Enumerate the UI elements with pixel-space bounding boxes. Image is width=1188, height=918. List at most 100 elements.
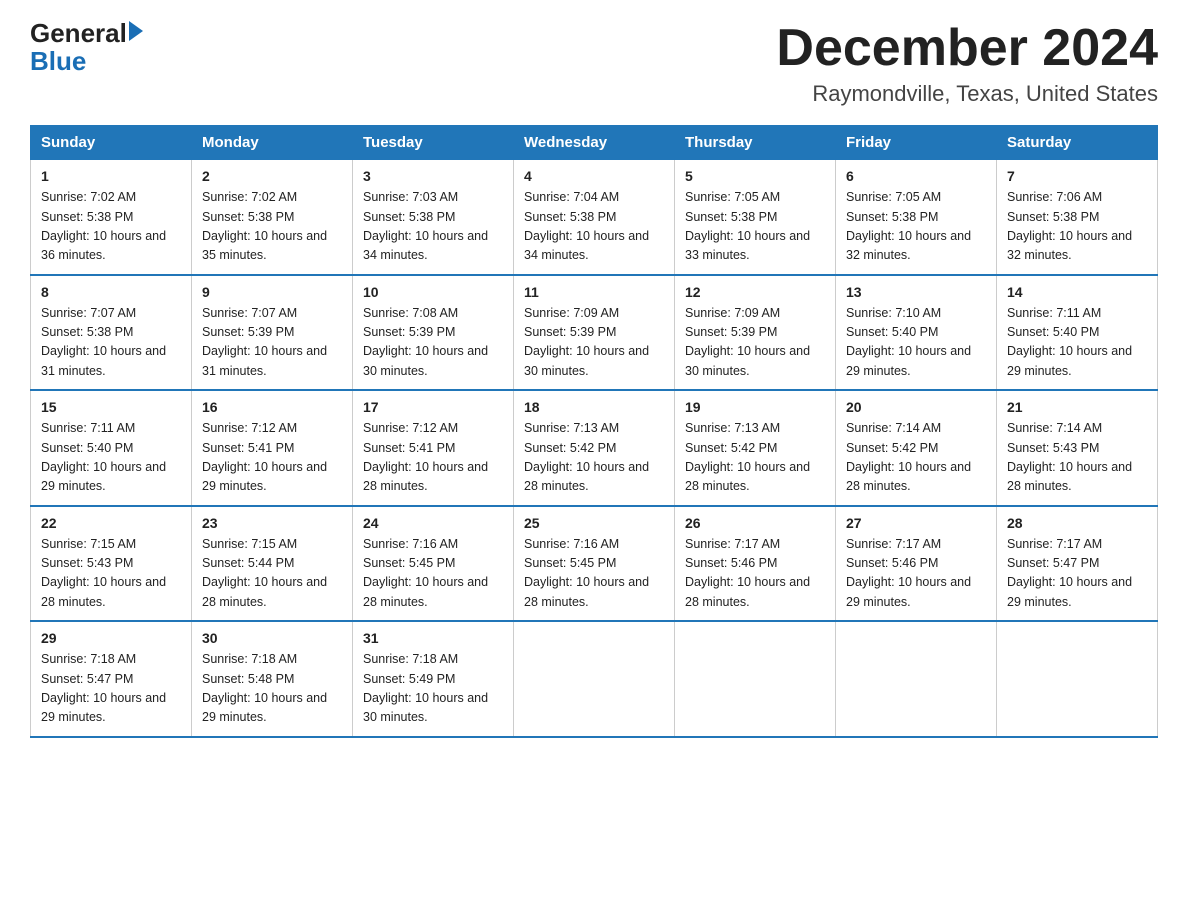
calendar-cell: 6Sunrise: 7:05 AMSunset: 5:38 PMDaylight… xyxy=(836,160,997,275)
calendar-cell: 22 Sunrise: 7:15 AMSunset: 5:43 PMDayligh… xyxy=(31,506,192,622)
day-info: Sunrise: 7:07 AMSunset: 5:38 PMDaylight:… xyxy=(41,304,181,382)
calendar-cell: 4 Sunrise: 7:04 AMSunset: 5:38 PMDaylight… xyxy=(514,160,675,275)
calendar-week-3: 15 Sunrise: 7:11 AMSunset: 5:40 PMDayligh… xyxy=(31,390,1158,506)
calendar-cell: 3 Sunrise: 7:03 AMSunset: 5:38 PMDaylight… xyxy=(353,160,514,275)
day-info: Sunrise: 7:17 AMSunset: 5:46 PMDaylight:… xyxy=(685,535,825,613)
day-info: Sunrise: 7:02 AMSunset: 5:38 PMDaylight:… xyxy=(202,188,342,266)
day-number: 6 xyxy=(846,168,986,184)
calendar-cell: 18Sunrise: 7:13 AMSunset: 5:42 PMDayligh… xyxy=(514,390,675,506)
day-info: Sunrise: 7:18 AMSunset: 5:49 PMDaylight:… xyxy=(363,650,503,728)
day-info: Sunrise: 7:03 AMSunset: 5:38 PMDaylight:… xyxy=(363,188,503,266)
day-number: 8 xyxy=(41,284,181,300)
weekday-header-wednesday: Wednesday xyxy=(514,126,675,160)
day-number: 31 xyxy=(363,630,503,646)
weekday-header-tuesday: Tuesday xyxy=(353,126,514,160)
calendar-body: 1 Sunrise: 7:02 AMSunset: 5:38 PMDaylight… xyxy=(31,160,1158,737)
calendar-cell: 31 Sunrise: 7:18 AMSunset: 5:49 PMDayligh… xyxy=(353,621,514,737)
day-number: 30 xyxy=(202,630,342,646)
calendar-cell: 29 Sunrise: 7:18 AMSunset: 5:47 PMDayligh… xyxy=(31,621,192,737)
day-info: Sunrise: 7:15 AMSunset: 5:43 PMDaylight:… xyxy=(41,535,181,613)
weekday-header-friday: Friday xyxy=(836,126,997,160)
calendar-cell: 19 Sunrise: 7:13 AMSunset: 5:42 PMDayligh… xyxy=(675,390,836,506)
calendar-cell: 24Sunrise: 7:16 AMSunset: 5:45 PMDayligh… xyxy=(353,506,514,622)
day-number: 14 xyxy=(1007,284,1147,300)
day-info: Sunrise: 7:08 AMSunset: 5:39 PMDaylight:… xyxy=(363,304,503,382)
day-number: 10 xyxy=(363,284,503,300)
day-info: Sunrise: 7:17 AMSunset: 5:46 PMDaylight:… xyxy=(846,535,986,613)
day-info: Sunrise: 7:11 AMSunset: 5:40 PMDaylight:… xyxy=(41,419,181,497)
day-number: 22 xyxy=(41,515,181,531)
calendar-cell: 25 Sunrise: 7:16 AMSunset: 5:45 PMDayligh… xyxy=(514,506,675,622)
day-info: Sunrise: 7:14 AMSunset: 5:42 PMDaylight:… xyxy=(846,419,986,497)
day-number: 26 xyxy=(685,515,825,531)
day-number: 18 xyxy=(524,399,664,415)
day-info: Sunrise: 7:15 AMSunset: 5:44 PMDaylight:… xyxy=(202,535,342,613)
calendar-cell: 8 Sunrise: 7:07 AMSunset: 5:38 PMDaylight… xyxy=(31,275,192,391)
weekday-header-thursday: Thursday xyxy=(675,126,836,160)
day-info: Sunrise: 7:16 AMSunset: 5:45 PMDaylight:… xyxy=(524,535,664,613)
calendar-cell: 27 Sunrise: 7:17 AMSunset: 5:46 PMDayligh… xyxy=(836,506,997,622)
logo-triangle-icon xyxy=(129,21,143,41)
day-number: 15 xyxy=(41,399,181,415)
day-number: 17 xyxy=(363,399,503,415)
day-number: 3 xyxy=(363,168,503,184)
calendar-week-1: 1 Sunrise: 7:02 AMSunset: 5:38 PMDaylight… xyxy=(31,160,1158,275)
day-number: 25 xyxy=(524,515,664,531)
day-number: 12 xyxy=(685,284,825,300)
day-number: 13 xyxy=(846,284,986,300)
day-number: 20 xyxy=(846,399,986,415)
day-number: 24 xyxy=(363,515,503,531)
day-info: Sunrise: 7:18 AMSunset: 5:47 PMDaylight:… xyxy=(41,650,181,728)
day-number: 16 xyxy=(202,399,342,415)
calendar-cell: 17Sunrise: 7:12 AMSunset: 5:41 PMDayligh… xyxy=(353,390,514,506)
day-number: 4 xyxy=(524,168,664,184)
day-info: Sunrise: 7:09 AMSunset: 5:39 PMDaylight:… xyxy=(685,304,825,382)
calendar-table: SundayMondayTuesdayWednesdayThursdayFrid… xyxy=(30,125,1158,738)
calendar-cell: 5Sunrise: 7:05 AMSunset: 5:38 PMDaylight… xyxy=(675,160,836,275)
logo-general: General xyxy=(30,20,127,46)
day-number: 29 xyxy=(41,630,181,646)
calendar-week-2: 8 Sunrise: 7:07 AMSunset: 5:38 PMDaylight… xyxy=(31,275,1158,391)
calendar-cell xyxy=(514,621,675,737)
day-number: 1 xyxy=(41,168,181,184)
calendar-cell: 10 Sunrise: 7:08 AMSunset: 5:39 PMDayligh… xyxy=(353,275,514,391)
calendar-week-5: 29 Sunrise: 7:18 AMSunset: 5:47 PMDayligh… xyxy=(31,621,1158,737)
calendar-header-row: SundayMondayTuesdayWednesdayThursdayFrid… xyxy=(31,126,1158,160)
day-number: 21 xyxy=(1007,399,1147,415)
day-info: Sunrise: 7:13 AMSunset: 5:42 PMDaylight:… xyxy=(685,419,825,497)
title-block: December 2024 Raymondville, Texas, Unite… xyxy=(776,20,1158,107)
day-number: 11 xyxy=(524,284,664,300)
calendar-cell: 23Sunrise: 7:15 AMSunset: 5:44 PMDayligh… xyxy=(192,506,353,622)
calendar-week-4: 22 Sunrise: 7:15 AMSunset: 5:43 PMDayligh… xyxy=(31,506,1158,622)
month-title: December 2024 xyxy=(776,20,1158,77)
calendar-cell: 30 Sunrise: 7:18 AMSunset: 5:48 PMDayligh… xyxy=(192,621,353,737)
day-number: 2 xyxy=(202,168,342,184)
calendar-cell: 1 Sunrise: 7:02 AMSunset: 5:38 PMDaylight… xyxy=(31,160,192,275)
calendar-cell xyxy=(997,621,1158,737)
calendar-cell: 28 Sunrise: 7:17 AMSunset: 5:47 PMDayligh… xyxy=(997,506,1158,622)
calendar-cell: 20 Sunrise: 7:14 AMSunset: 5:42 PMDayligh… xyxy=(836,390,997,506)
weekday-header-saturday: Saturday xyxy=(997,126,1158,160)
weekday-header-monday: Monday xyxy=(192,126,353,160)
calendar-cell: 26 Sunrise: 7:17 AMSunset: 5:46 PMDayligh… xyxy=(675,506,836,622)
day-number: 27 xyxy=(846,515,986,531)
calendar-cell: 11Sunrise: 7:09 AMSunset: 5:39 PMDayligh… xyxy=(514,275,675,391)
day-number: 28 xyxy=(1007,515,1147,531)
calendar-cell xyxy=(836,621,997,737)
day-info: Sunrise: 7:04 AMSunset: 5:38 PMDaylight:… xyxy=(524,188,664,266)
day-info: Sunrise: 7:18 AMSunset: 5:48 PMDaylight:… xyxy=(202,650,342,728)
calendar-cell xyxy=(675,621,836,737)
location-title: Raymondville, Texas, United States xyxy=(776,81,1158,107)
day-number: 7 xyxy=(1007,168,1147,184)
day-info: Sunrise: 7:14 AMSunset: 5:43 PMDaylight:… xyxy=(1007,419,1147,497)
day-info: Sunrise: 7:07 AMSunset: 5:39 PMDaylight:… xyxy=(202,304,342,382)
calendar-cell: 15 Sunrise: 7:11 AMSunset: 5:40 PMDayligh… xyxy=(31,390,192,506)
day-info: Sunrise: 7:05 AMSunset: 5:38 PMDaylight:… xyxy=(685,188,825,266)
day-info: Sunrise: 7:12 AMSunset: 5:41 PMDaylight:… xyxy=(202,419,342,497)
day-info: Sunrise: 7:11 AMSunset: 5:40 PMDaylight:… xyxy=(1007,304,1147,382)
day-info: Sunrise: 7:02 AMSunset: 5:38 PMDaylight:… xyxy=(41,188,181,266)
day-info: Sunrise: 7:10 AMSunset: 5:40 PMDaylight:… xyxy=(846,304,986,382)
day-info: Sunrise: 7:17 AMSunset: 5:47 PMDaylight:… xyxy=(1007,535,1147,613)
day-info: Sunrise: 7:06 AMSunset: 5:38 PMDaylight:… xyxy=(1007,188,1147,266)
day-number: 19 xyxy=(685,399,825,415)
